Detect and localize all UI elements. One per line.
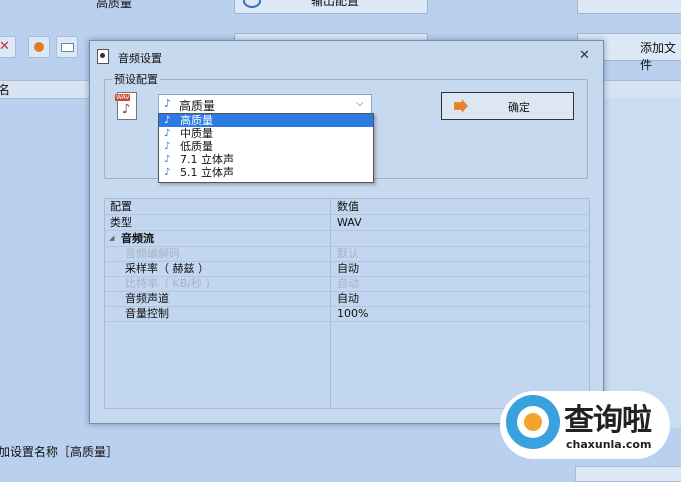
property-row[interactable]: 音频声道 自动 — [105, 291, 589, 307]
collapse-icon[interactable]: ◢ — [109, 231, 114, 246]
preset-option[interactable]: ♪ 低质量 — [159, 140, 373, 153]
watermark-logo: 查询啦 chaxunla.com — [500, 391, 670, 459]
dialog-title: 音频设置 — [118, 52, 162, 65]
property-category: 音频流 — [121, 232, 154, 245]
play-button[interactable] — [28, 36, 50, 58]
ok-button-label: 确定 — [508, 101, 530, 114]
close-icon[interactable]: ✕ — [579, 48, 590, 63]
column-name-header: 名 — [0, 83, 11, 97]
arrow-right-icon — [454, 99, 468, 113]
preset-option-label: 中质量 — [180, 127, 213, 140]
add-file-label: 添加文件 — [640, 41, 677, 72]
file-list-panel — [604, 98, 681, 428]
property-row[interactable]: 比特率（ KB/秒 ） 自动 — [105, 276, 589, 292]
preset-select-value: 高质量 — [179, 99, 216, 113]
play-icon — [34, 42, 44, 52]
gear-icon — [243, 0, 261, 8]
property-row[interactable]: 采样率（ 赫兹 ） 自动 — [105, 261, 589, 277]
property-key: 音量控制 — [125, 307, 169, 320]
wav-file-icon: WAV ♪ — [115, 92, 137, 120]
magnifier-logo-icon — [506, 395, 560, 449]
property-row[interactable]: 音频编解码 默认 — [105, 246, 589, 262]
property-header-row: 配置 数值 — [105, 199, 589, 215]
header-value: 数值 — [337, 200, 359, 213]
preset-option[interactable]: ♪ 5.1 立体声 — [159, 166, 373, 179]
property-key: 比特率（ KB/秒 ） — [125, 277, 217, 290]
music-note-icon: ♪ — [122, 102, 131, 117]
property-value: 100% — [337, 307, 369, 320]
preset-option-label: 高质量 — [180, 114, 213, 127]
property-key: 采样率（ 赫兹 ） — [125, 262, 209, 275]
preset-dropdown-list: ♪ 高质量 ♪ 中质量 ♪ 低质量 ♪ 7.1 立体声 ♪ 5.1 立体声 — [158, 113, 374, 183]
view-button[interactable] — [56, 36, 78, 58]
preset-option[interactable]: ♪ 高质量 — [159, 114, 373, 127]
output-config-button[interactable]: 输出配置 — [234, 0, 428, 14]
property-value: 自动 — [337, 292, 359, 305]
output-config-label: 输出配置 — [311, 0, 360, 8]
preset-option[interactable]: ♪ 7.1 立体声 — [159, 153, 373, 166]
property-value: 自动 — [337, 277, 359, 290]
chevron-down-icon[interactable]: ⌵ — [356, 98, 364, 109]
preset-option[interactable]: ♪ 中质量 — [159, 127, 373, 140]
watermark-url: chaxunla.com — [566, 438, 652, 451]
preset-option-label: 7.1 立体声 — [180, 153, 234, 166]
preset-select[interactable]: ♪ 高质量 ⌵ — [158, 94, 372, 114]
audio-settings-dialog: 音频设置 ✕ 预设配置 WAV ♪ ♪ 高质量 ⌵ ♪ 高质量 ♪ 中质量 ♪ 低质量… — [89, 40, 604, 424]
property-row[interactable]: 类型 WAV — [105, 215, 589, 231]
property-value: 默认 — [337, 247, 359, 260]
background-preset-label: 高质量 — [96, 0, 133, 10]
audio-file-icon — [97, 49, 109, 64]
watermark-brand: 查询啦 — [564, 403, 652, 438]
close-icon: ✕ — [0, 39, 10, 54]
music-note-icon: ♪ — [164, 154, 171, 165]
music-note-icon: ♪ — [164, 141, 171, 152]
music-note-icon: ♪ — [164, 115, 171, 126]
dialog-titlebar[interactable]: 音频设置 ✕ — [90, 41, 603, 71]
property-value: 自动 — [337, 262, 359, 275]
property-row[interactable]: 音量控制 100% — [105, 306, 589, 322]
header-key: 配置 — [110, 200, 132, 213]
top-right-button[interactable] — [577, 0, 681, 14]
preset-option-label: 低质量 — [180, 140, 213, 153]
property-key: 音频编解码 — [125, 247, 180, 260]
wav-tag: WAV — [115, 94, 131, 101]
music-note-icon: ♪ — [164, 128, 171, 139]
property-key: 类型 — [110, 216, 132, 229]
property-grid: 配置 数值 类型 WAV ◢ 音频流 音频编解码 默认 采样率（ 赫兹 ） 自动… — [104, 198, 590, 409]
music-note-icon: ♪ — [164, 167, 171, 178]
property-category-row[interactable]: ◢ 音频流 — [105, 231, 589, 247]
preset-group-label: 预设配置 — [112, 71, 160, 87]
music-note-icon: ♪ — [164, 97, 172, 110]
ok-button[interactable]: 确定 — [441, 92, 574, 120]
property-value: WAV — [337, 216, 362, 229]
status-text: 加设置名称［高质量］ — [0, 445, 119, 459]
property-key: 音频声道 — [125, 292, 169, 305]
remove-button[interactable]: ✕ — [0, 36, 16, 58]
preset-option-label: 5.1 立体声 — [180, 166, 234, 179]
window-icon — [61, 43, 74, 52]
